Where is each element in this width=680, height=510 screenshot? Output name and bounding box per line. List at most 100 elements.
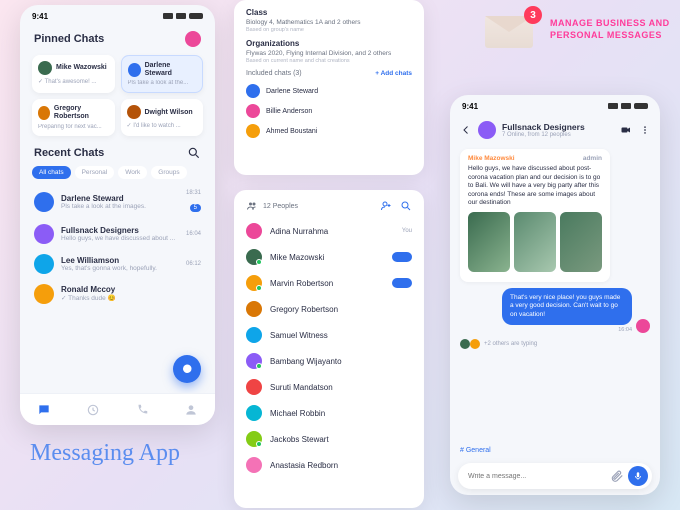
mic-icon [633,471,643,481]
search-icon[interactable] [400,200,412,212]
people-panel: 12 Peoples Adina NurrahmaYouMike Mazowsk… [234,190,424,508]
org-heading: Organizations [246,39,412,48]
person-row[interactable]: Samuel Witness [234,322,424,348]
included-name: Billie Anderson [266,108,312,115]
person-row[interactable]: Anastasia Redborn [234,452,424,478]
included-title: Included chats (3) [246,70,302,77]
chat-row[interactable]: Darlene StewardPls take a look at the im… [20,185,215,219]
pinned-grid: Mike Wazowski ✓ That's awesome! ... Darlen… [20,55,215,136]
chat-tab-icon[interactable] [37,403,51,417]
pinned-name: Dwight Wilson [145,109,193,117]
new-message-fab[interactable] [173,355,201,383]
pinned-name: Mike Wazowski [56,64,107,72]
avatar [246,379,262,395]
class-org-panel: Class Biology 4, Mathematics 1A and 2 ot… [234,0,424,175]
avatar [246,327,262,343]
status-time: 9:41 [462,102,478,111]
more-icon[interactable] [640,124,650,136]
included-name: Darlene Steward [266,88,318,95]
pinned-name: Gregory Robertson [54,105,109,120]
avatar [38,106,50,120]
pinned-title: Pinned Chats [34,33,104,45]
back-icon[interactable] [460,124,472,136]
status-time: 9:41 [32,12,48,21]
notification-badge: 3 [524,6,542,24]
chat-time: 16:04 [186,231,201,237]
avatar [34,192,54,212]
chat-time: 18:31 [186,190,201,196]
message-list[interactable]: Mike Mazowski admin Hello guys, we have … [450,143,660,443]
class-hint: Based on group's name [246,27,412,33]
person-name: Anastasia Redborn [270,461,412,470]
included-list: Darlene Steward Billie Anderson Ahmed Bous… [246,81,412,141]
included-chat-row[interactable]: Billie Anderson [246,101,412,121]
message-input[interactable] [468,473,610,480]
status-pill [392,278,412,288]
message-composer [458,463,652,489]
avatar [246,84,260,98]
calls-tab-icon[interactable] [135,403,149,417]
group-avatar[interactable] [478,121,496,139]
chat-row[interactable]: Ronald Mccoy✓ Thanks dude 😊 [20,279,215,309]
pinned-preview: ✓ That's awesome! ... [38,78,109,85]
person-row[interactable]: Michael Robbin [234,400,424,426]
chat-preview: Yes, that's gonna work, hopefully. [61,265,179,272]
person-row[interactable]: Suruti Mandatson [234,374,424,400]
recent-title: Recent Chats [34,147,104,159]
sender-tag: admin [583,155,602,163]
filter-tab[interactable]: All chats [32,166,71,179]
chat-preview: ✓ Thanks dude 😊 [61,294,194,302]
unread-badge: 5 [190,204,201,212]
org-value: Flywas 2020, Flying Internal Division, a… [246,50,412,57]
clock-tab-icon[interactable] [86,403,100,417]
message-text: Hello guys, we have discussed about post… [468,165,600,206]
video-call-icon[interactable] [620,124,632,136]
person-row[interactable]: Mike Mazowski [234,244,424,270]
conversation-title: Fullsnack Designers [502,122,585,132]
avatar[interactable] [185,31,201,47]
avatar [246,405,262,421]
person-row[interactable]: Marvin Robertson [234,270,424,296]
attach-icon[interactable] [610,469,624,483]
profile-tab-icon[interactable] [184,403,198,417]
chat-name: Fullsnack Designers [61,226,179,235]
person-name: Adina Nurrahma [270,227,394,236]
pinned-preview: Pls take a look at the... [128,80,197,86]
filter-tab[interactable]: Work [118,166,147,179]
person-row[interactable]: Gregory Robertson [234,296,424,322]
pinned-card[interactable]: Mike Wazowski ✓ That's awesome! ... [32,55,115,93]
message-images[interactable] [468,212,602,272]
conversation-header: Fullsnack Designers 7 Online, from 12 pe… [450,117,660,143]
mic-button[interactable] [628,466,648,486]
pinned-card[interactable]: Darlene StewardPls take a look at the... [121,55,204,93]
outgoing-message: That's very nice place! you guys made a … [502,288,632,325]
pinned-card[interactable]: Dwight Wilson✓ I'd like to watch ... [121,99,204,135]
filter-tab[interactable]: Personal [75,166,115,179]
person-row[interactable]: Adina NurrahmaYou [234,218,424,244]
bottom-nav [20,393,215,425]
person-row[interactable]: Jackobs Stewart [234,426,424,452]
person-name: Gregory Robertson [270,305,412,314]
typing-indicator: +2 others are typing [460,339,650,349]
included-chat-row[interactable]: Ahmed Boustani [246,121,412,141]
chat-time: 06:12 [186,261,201,267]
online-indicator [256,363,262,369]
avatar [34,224,54,244]
pinned-card[interactable]: Gregory Robertson Preparing for next vac.… [32,99,115,135]
person-name: Jackobs Stewart [270,435,412,444]
chat-row[interactable]: Fullsnack DesignersHello guys, we have d… [20,219,215,249]
add-chats-link[interactable]: + Add chats [375,70,412,77]
filter-tab[interactable]: Groups [151,166,186,179]
person-name: Marvin Robertson [270,279,384,288]
sender-name: Mike Mazowski [468,155,515,162]
recent-list: Darlene StewardPls take a look at the im… [20,185,215,309]
included-chat-row[interactable]: Darlene Steward [246,81,412,101]
channel-label[interactable]: # General [450,443,660,458]
incoming-message: Mike Mazowski admin Hello guys, we have … [460,149,610,282]
add-person-icon[interactable] [380,200,392,212]
chat-row[interactable]: Lee WilliamsonYes, that's gonna work, ho… [20,249,215,279]
search-icon[interactable] [187,146,201,160]
people-count: 12 Peoples [263,203,298,210]
person-row[interactable]: Bambang Wijayanto [234,348,424,374]
pinned-preview: Preparing for next vac... [38,124,109,130]
